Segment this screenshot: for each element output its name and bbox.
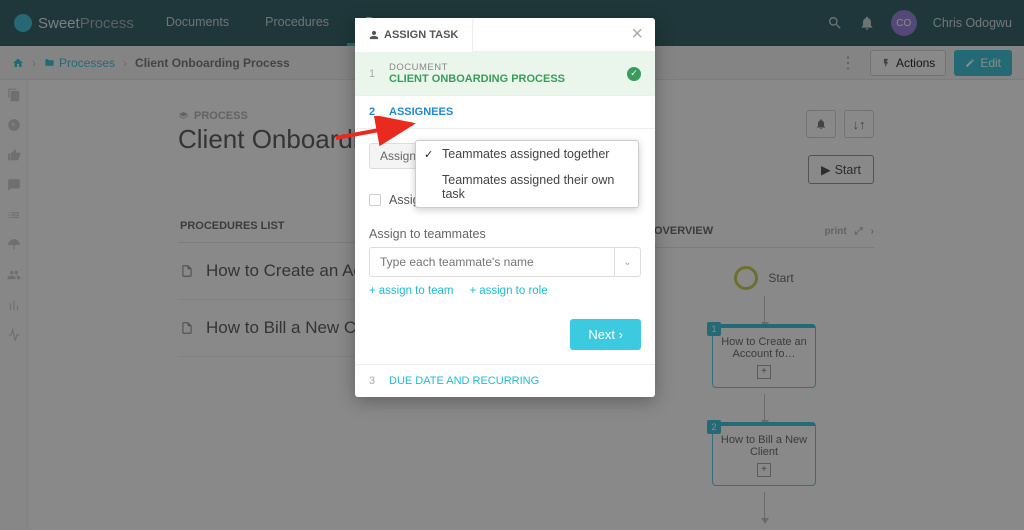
step3-label: DUE DATE AND RECURRING [389, 375, 539, 387]
step-2-assignees[interactable]: 2 ASSIGNEES [355, 95, 655, 129]
option-label: Teammates assigned together [442, 147, 609, 161]
steps-lanes-checkbox[interactable] [369, 194, 381, 206]
assign-mode-dropdown: ✓ Teammates assigned together Teammates … [415, 140, 639, 208]
step-1-document[interactable]: 1 DOCUMENT CLIENT ONBOARDING PROCESS ✓ [355, 52, 655, 95]
dropdown-option-own-task[interactable]: Teammates assigned their own task [416, 167, 638, 207]
tab-label: ASSIGN TASK [384, 29, 458, 41]
check-icon: ✓ [627, 67, 641, 81]
teammates-label: Assign to teammates [369, 227, 641, 241]
step-number: 3 [369, 375, 377, 387]
step1-label: DOCUMENT [389, 62, 565, 73]
close-icon[interactable]: × [631, 23, 643, 46]
dropdown-option-together[interactable]: ✓ Teammates assigned together [416, 141, 638, 167]
person-icon [369, 30, 379, 40]
checkmark-icon: ✓ [424, 148, 433, 161]
step-number: 2 [369, 106, 377, 118]
assign-to-role-link[interactable]: + assign to role [470, 285, 548, 297]
step1-doc-name: CLIENT ONBOARDING PROCESS [389, 73, 565, 85]
tab-assign-task[interactable]: ASSIGN TASK [355, 18, 473, 52]
step-3-due-date[interactable]: 3 DUE DATE AND RECURRING [355, 364, 655, 397]
next-button[interactable]: Next › [570, 319, 641, 350]
teammate-input[interactable] [369, 247, 615, 277]
option-label: Teammates assigned their own task [442, 173, 614, 201]
step2-label: ASSIGNEES [389, 106, 453, 118]
next-label: Next [588, 327, 615, 342]
assign-task-modal: ASSIGN TASK × 1 DOCUMENT CLIENT ONBOARDI… [355, 18, 655, 397]
assign-to-team-link[interactable]: + assign to team [369, 285, 454, 297]
step-number: 1 [369, 68, 377, 80]
chevron-down-icon[interactable]: ⌄ [615, 247, 641, 277]
